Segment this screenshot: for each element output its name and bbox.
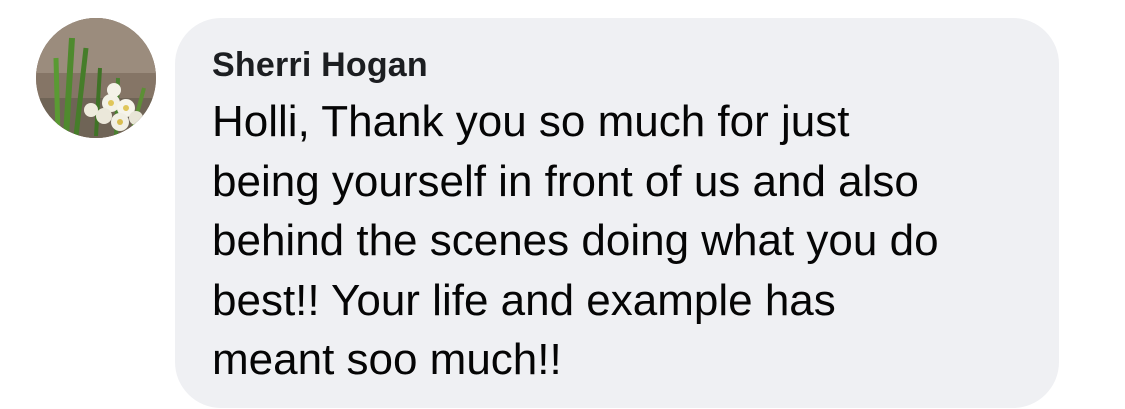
avatar[interactable] [36,18,156,138]
comment-text: Holli, Thank you so much for just being … [212,97,939,384]
comment-author[interactable]: Sherri Hogan [212,46,428,85]
avatar-image [36,18,156,138]
comment: Sherri Hogan Holli, Thank you so much fo… [0,0,1125,409]
comment-bubble: Sherri Hogan Holli, Thank you so much fo… [175,18,1059,408]
